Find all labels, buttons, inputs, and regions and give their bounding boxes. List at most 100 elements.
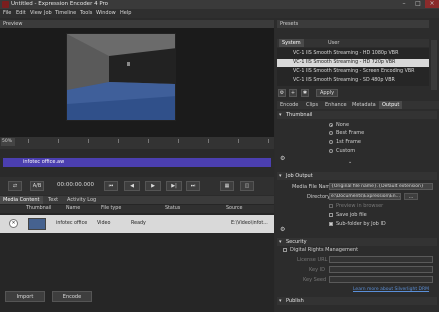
remove-item-icon[interactable]: ✕ <box>9 219 18 228</box>
checkbox-label: Save job file <box>336 212 367 218</box>
list-item[interactable]: VC-1 IIS Smooth Streaming - Screen Encod… <box>277 68 429 76</box>
menu-window[interactable]: Window <box>96 10 116 16</box>
menu-file[interactable]: File <box>3 10 11 16</box>
timeline-track-gap <box>0 149 274 157</box>
next-frame-icon[interactable]: ⏭ <box>186 181 200 191</box>
column-status[interactable]: Status <box>165 205 180 213</box>
sub-folder-checkbox[interactable] <box>329 222 333 226</box>
checkbox-label: Sub-folder by Job ID <box>336 221 386 227</box>
add-icon[interactable]: + <box>289 89 297 97</box>
presets-tabs: System User <box>277 39 429 47</box>
timeline-ruler[interactable]: 50% <box>0 137 274 149</box>
collapse-icon[interactable]: ▾ <box>279 172 282 180</box>
radio-best-frame[interactable] <box>329 131 333 135</box>
list-item-selected[interactable]: VC-1 IIS Smooth Streaming - HD 720p VBR <box>277 59 429 67</box>
window-title: Untitled - Expression Encoder 4 Pro <box>11 1 109 7</box>
encode-button[interactable]: Encode <box>52 291 92 302</box>
import-button[interactable]: Import <box>5 291 45 302</box>
license-url-field[interactable] <box>329 256 433 263</box>
tab-output[interactable]: Output <box>379 101 403 109</box>
media-panel: Media Content Text Activity Log Thumbnai… <box>0 196 274 312</box>
collapse-icon[interactable]: ▾ <box>279 297 282 305</box>
previous-frame-icon[interactable]: ⏮ <box>104 181 118 191</box>
tab-user[interactable]: User <box>325 39 342 47</box>
tab-text[interactable]: Text <box>45 196 61 204</box>
media-tabs: Media Content Text Activity Log <box>0 196 274 204</box>
menu-view[interactable]: View <box>30 10 42 16</box>
gear-icon[interactable]: ⚙ <box>280 155 285 162</box>
key-id-field[interactable] <box>329 266 433 273</box>
split-view-icon[interactable]: ◫ <box>240 181 254 191</box>
gear-icon[interactable]: ⚙ <box>280 226 285 233</box>
column-source[interactable]: Source <box>226 205 242 213</box>
media-name: infotec office <box>56 221 88 226</box>
key-seed-label: Key Seed <box>303 277 327 283</box>
media-status: Ready <box>131 221 146 226</box>
column-name[interactable]: Name <box>66 205 80 213</box>
drm-learn-more-link[interactable]: Learn more about Silverlight DRM <box>353 287 429 292</box>
security-section-title[interactable]: Security <box>277 238 437 246</box>
list-item[interactable]: VC-1 IIS Smooth Streaming - HD 1080p VBR <box>277 50 429 58</box>
menu-help[interactable]: Help <box>120 10 131 16</box>
preview-in-browser-checkbox[interactable] <box>329 204 333 208</box>
license-url-label: License URL <box>297 257 328 263</box>
tab-enhance[interactable]: Enhance <box>322 101 350 109</box>
browse-button[interactable]: ... <box>404 193 418 200</box>
menu-job[interactable]: Job <box>44 10 52 16</box>
ab-compare-button[interactable]: A/B <box>30 181 44 191</box>
save-job-file-checkbox[interactable] <box>329 213 333 217</box>
directory-field[interactable]: e:\Documents\Expression\En... <box>329 193 401 200</box>
filmstrip-icon[interactable]: ▦ <box>220 181 234 191</box>
menu-bar: File Edit View Job Timeline Tools Window… <box>0 9 439 18</box>
collapse-icon[interactable]: ▾ <box>279 111 282 119</box>
menu-edit[interactable]: Edit <box>16 10 26 16</box>
menu-timeline[interactable]: Timeline <box>55 10 76 16</box>
list-item[interactable]: VC-1 IIS Smooth Streaming - SD 480p VBR <box>277 77 429 85</box>
radio-custom[interactable] <box>329 149 333 153</box>
apply-button[interactable]: Apply <box>316 89 338 97</box>
file-name-field[interactable]: {Original file name}.{Default extension} <box>329 183 433 190</box>
tab-activity-log[interactable]: Activity Log <box>64 196 99 204</box>
tab-media-content[interactable]: Media Content <box>0 196 43 204</box>
loop-icon[interactable]: ⇄ <box>8 181 22 191</box>
step-forward-icon[interactable]: ▶| <box>166 181 182 191</box>
presets-title: Presets <box>277 20 429 28</box>
maximize-button[interactable]: □ <box>411 0 425 8</box>
drm-checkbox[interactable] <box>283 248 287 252</box>
tab-system[interactable]: System <box>279 39 304 47</box>
minimize-button[interactable]: – <box>397 0 411 8</box>
play-icon[interactable]: ▶ <box>145 181 161 191</box>
timeline-clip[interactable]: infotec office.aw <box>3 158 271 167</box>
media-file-type: Video <box>97 221 111 226</box>
radio-first-frame[interactable] <box>329 140 333 144</box>
thumbnail-section-title[interactable]: Thumbnail <box>277 111 437 119</box>
publish-section-title[interactable]: Publish <box>277 297 437 305</box>
tab-clips[interactable]: Clips <box>303 101 321 109</box>
expand-icon[interactable]: ⌄ <box>348 159 352 165</box>
zoom-level[interactable]: 50% <box>1 138 15 146</box>
radio-none[interactable] <box>329 123 333 127</box>
job-output-section-title[interactable]: Job Output <box>277 172 437 180</box>
menu-tools[interactable]: Tools <box>80 10 92 16</box>
file-name-label: Media File Name <box>292 184 334 190</box>
tab-encode[interactable]: Encode <box>277 101 301 109</box>
key-seed-field[interactable] <box>329 276 433 283</box>
column-thumbnail[interactable]: Thumbnail <box>26 205 51 213</box>
gear-menu-icon[interactable]: ✱ <box>301 89 309 97</box>
tab-metadata[interactable]: Metadata <box>349 101 379 109</box>
gear-icon[interactable]: ⚙ <box>278 89 286 97</box>
preset-scrollbar[interactable] <box>431 40 437 90</box>
table-row[interactable]: ✕ infotec office Video Ready E:\Video\in… <box>0 215 274 233</box>
title-bar: Untitled - Expression Encoder 4 Pro – □ … <box>0 0 439 9</box>
column-file-type[interactable]: File type <box>101 205 121 213</box>
video-frame <box>66 33 176 121</box>
step-back-icon[interactable]: ◀ <box>124 181 140 191</box>
collapse-icon[interactable]: ▾ <box>279 238 282 246</box>
directory-label: Directory <box>307 194 331 200</box>
settings-tabs: Encode Clips Enhance Metadata Output <box>277 101 439 109</box>
close-button[interactable]: × <box>425 0 439 8</box>
media-column-headers: Thumbnail Name File type Status Source <box>0 205 274 213</box>
thumbnail-option-label: Custom <box>336 148 356 154</box>
media-thumbnail <box>28 218 46 230</box>
thumbnail-option-label: 1st Frame <box>336 139 361 145</box>
